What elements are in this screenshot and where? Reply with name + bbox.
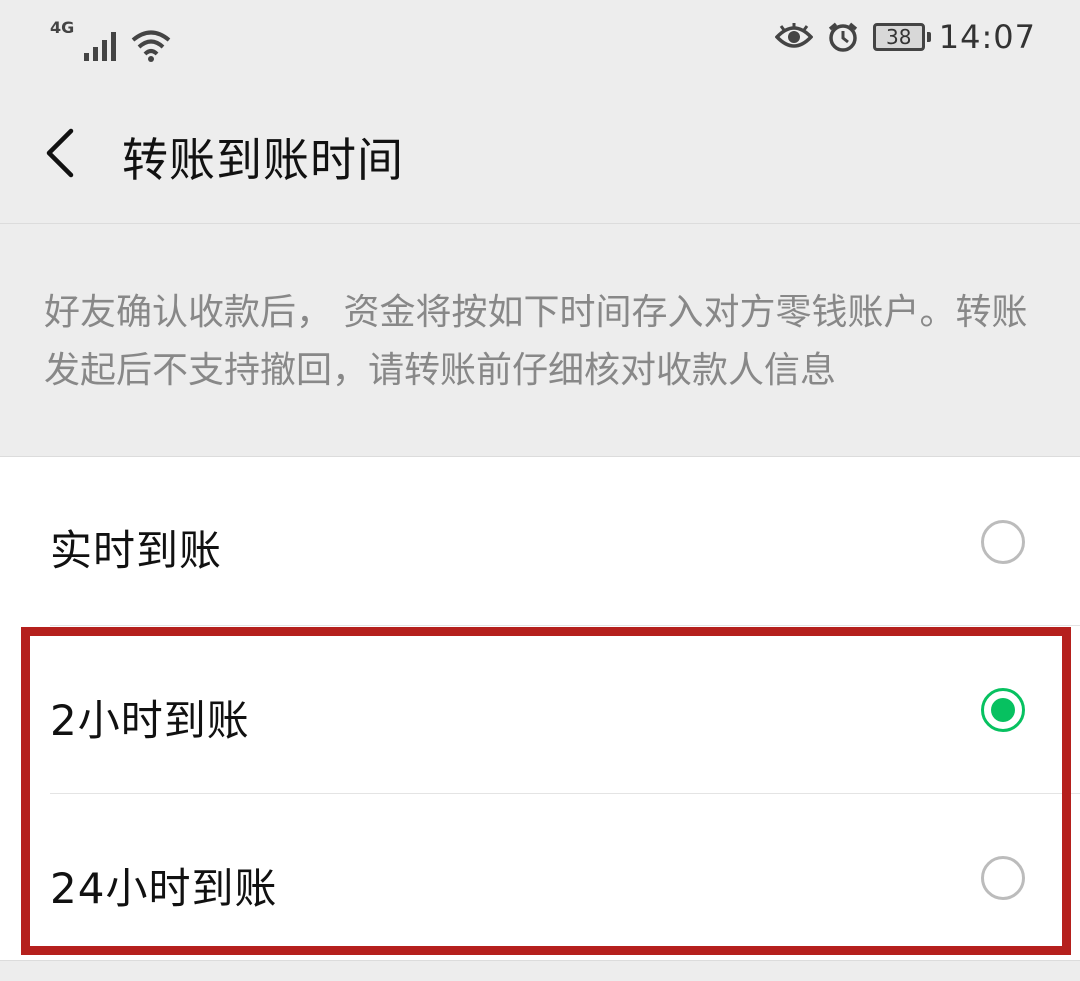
bottom-background (0, 960, 1080, 981)
option-24-hours[interactable]: 24小时到账 (0, 793, 1080, 961)
radio-checked[interactable] (981, 688, 1025, 732)
option-label: 24小时到账 (50, 864, 278, 913)
option-label: 实时到账 (50, 526, 223, 575)
status-right: 38 14:07 (774, 18, 1036, 56)
battery-level: 38 (886, 25, 912, 49)
status-bar: 4G 38 14:07 (0, 0, 1080, 80)
eye-icon (774, 23, 813, 48)
chevron-left-icon (46, 128, 74, 178)
option-label: 2小时到账 (50, 696, 250, 745)
option-realtime[interactable]: 实时到账 (0, 457, 1080, 625)
radio-unchecked[interactable] (981, 520, 1025, 564)
network-type: 4G (50, 18, 75, 37)
battery-icon: 38 (872, 23, 931, 51)
alarm-icon (828, 22, 857, 52)
description-text: 好友确认收款后， 资金将按如下时间存入对方零钱账户。转账发起后不支持撤回，请转账… (44, 292, 1028, 391)
signal-icon (84, 32, 117, 61)
status-left: 4G (50, 18, 172, 63)
nav-bar: 转账到账时间 (0, 80, 1080, 224)
clock: 14:07 (938, 18, 1036, 56)
page-title: 转账到账时间 (122, 133, 404, 187)
wifi-icon (131, 30, 171, 62)
back-button[interactable] (30, 118, 90, 188)
radio-unchecked[interactable] (981, 856, 1025, 900)
options-list: 实时到账 2小时到账 24小时到账 (0, 456, 1080, 961)
option-2-hours[interactable]: 2小时到账 (0, 625, 1080, 793)
